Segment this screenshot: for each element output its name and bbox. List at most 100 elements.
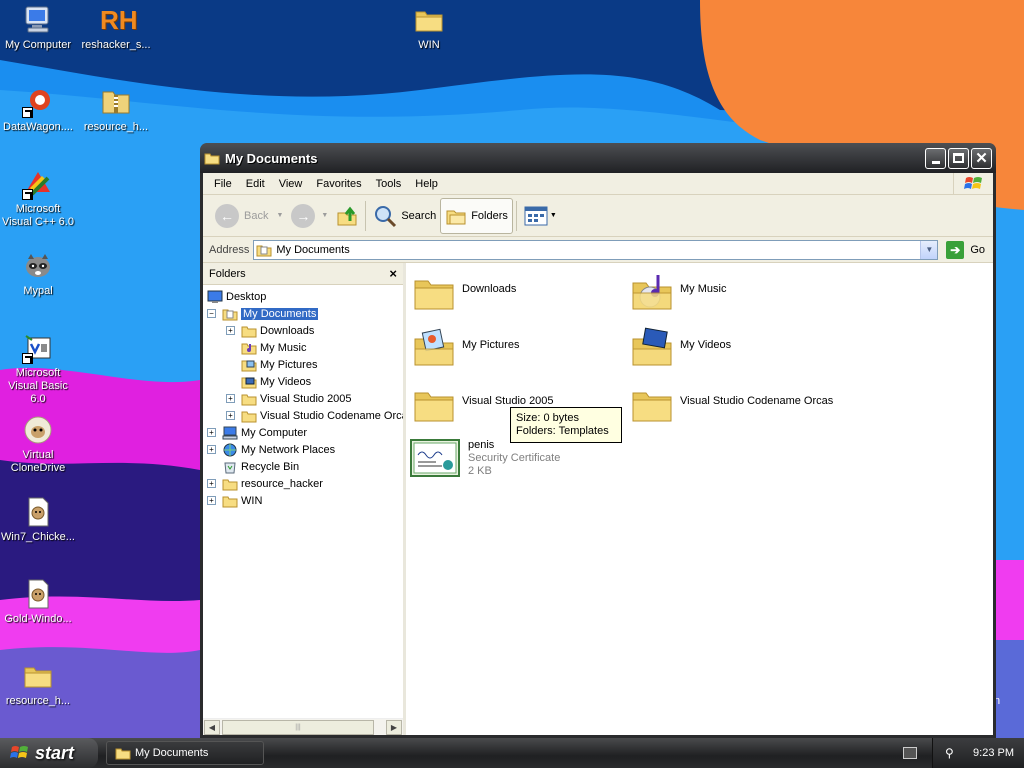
expand-icon[interactable]: + <box>207 428 216 437</box>
desktop-icon-datawagon[interactable]: DataWagon.... <box>0 86 76 134</box>
file-item-name: Visual Studio 2005 <box>462 395 554 407</box>
forward-button[interactable]: → ▼ <box>287 198 332 234</box>
file-item-my-videos[interactable]: My Videos <box>630 327 830 371</box>
document-sheep-icon <box>22 496 54 528</box>
menu-edit[interactable]: Edit <box>239 176 272 192</box>
folders-pane-close-icon[interactable]: × <box>389 266 397 281</box>
clock[interactable]: 9:23 PM <box>973 747 1014 759</box>
menu-help[interactable]: Help <box>408 176 445 192</box>
reshacker-icon: RH <box>100 5 138 35</box>
title-bar[interactable]: My Documents ✕ <box>200 143 996 173</box>
views-button[interactable]: ▼ <box>520 198 561 234</box>
expand-icon[interactable]: + <box>207 445 216 454</box>
menu-file[interactable]: File <box>207 176 239 192</box>
pictures-folder-icon <box>414 328 454 366</box>
tree-item-visual-studio-orcas[interactable]: + Visual Studio Codename Orcas <box>207 407 403 424</box>
address-value: My Documents <box>276 243 350 256</box>
file-item-my-music[interactable]: My Music <box>630 271 830 315</box>
tree-item-my-videos[interactable]: My Videos <box>207 373 403 390</box>
expand-icon[interactable]: + <box>207 496 216 505</box>
go-label: Go <box>970 243 985 256</box>
desktop-icon-reshacker[interactable]: RH reshacker_s... <box>78 4 154 52</box>
menu-favorites[interactable]: Favorites <box>309 176 368 192</box>
desktop-icon-win7-chicken[interactable]: Win7_Chicke... <box>0 496 76 544</box>
minimize-button[interactable] <box>925 147 946 169</box>
file-item-visual-studio-orcas[interactable]: Visual Studio Codename Orcas <box>630 383 870 427</box>
desktop-icon-resource-h-folder[interactable]: resource_h... <box>0 660 76 708</box>
go-button[interactable]: ➔ Go <box>938 240 993 259</box>
menu-bar: File Edit View Favorites Tools Help <box>203 172 993 195</box>
file-item-certificate[interactable]: penis Security Certificate 2 KB <box>410 439 610 478</box>
file-item-name: My Pictures <box>462 339 520 351</box>
folders-pane: Folders × Desktop − My Documents + Downl… <box>203 263 406 735</box>
maximize-button[interactable] <box>948 147 969 169</box>
taskbar-item-my-documents[interactable]: My Documents <box>106 741 264 765</box>
file-item-downloads[interactable]: Downloads <box>412 271 612 315</box>
tree-item-label: Visual Studio Codename Orcas <box>260 409 403 422</box>
tree-item-my-pictures[interactable]: My Pictures <box>207 356 403 373</box>
menu-view[interactable]: View <box>272 176 310 192</box>
file-item-name: My Music <box>680 283 727 295</box>
windows-flag-icon <box>953 172 993 195</box>
scroll-left-icon[interactable]: ◀ <box>204 719 220 735</box>
tree-item-my-music[interactable]: My Music <box>207 339 403 356</box>
scroll-track[interactable]: ||| <box>220 719 386 735</box>
address-dropdown-button[interactable]: ▼ <box>920 240 938 259</box>
tree-item-my-documents[interactable]: − My Documents <box>207 305 403 322</box>
tree-item-win[interactable]: + WIN <box>207 492 403 509</box>
scroll-right-icon[interactable]: ▶ <box>386 719 402 735</box>
file-item-name: My Videos <box>680 339 732 351</box>
desktop-icon-resource-h-zip[interactable]: resource_h... <box>78 86 154 134</box>
expand-icon[interactable]: + <box>226 394 235 403</box>
tree-item-resource-hacker[interactable]: + resource_hacker <box>207 475 403 492</box>
desktop-icon-vb6[interactable]: Microsoft Visual Basic 6.0 <box>0 332 76 406</box>
tree-item-visual-studio-2005[interactable]: + Visual Studio 2005 <box>207 390 403 407</box>
tree-item-label: My Music <box>260 341 307 354</box>
file-item-size: 2 KB <box>468 465 492 477</box>
tooltip-folders: Folders: Templates <box>516 425 609 437</box>
expand-icon[interactable]: + <box>226 326 235 335</box>
close-button[interactable]: ✕ <box>971 147 992 169</box>
horizontal-scrollbar[interactable]: ◀ ||| ▶ <box>203 718 403 735</box>
expand-icon[interactable]: + <box>226 411 235 420</box>
start-button[interactable]: start <box>0 738 98 768</box>
folder-icon <box>204 153 220 165</box>
zip-folder-icon <box>100 86 132 118</box>
my-documents-icon <box>222 309 238 320</box>
tree-item-my-network-places[interactable]: + My Network Places <box>207 441 403 458</box>
desktop-icon-label: DataWagon.... <box>3 121 73 133</box>
folders-pane-header: Folders × <box>203 263 403 285</box>
folder-icon <box>222 496 238 507</box>
desktop-icon-label: Gold-Windo... <box>4 613 72 625</box>
desktop-icon-virtual-clonedrive[interactable]: Virtual CloneDrive <box>0 414 76 475</box>
back-button[interactable]: ← Back ▼ <box>211 198 287 234</box>
tree-item-recycle-bin[interactable]: Recycle Bin <box>207 458 403 475</box>
certificate-icon <box>410 439 460 477</box>
tree-item-my-computer[interactable]: + My Computer <box>207 424 403 441</box>
up-folder-button[interactable] <box>332 198 362 234</box>
start-label: start <box>35 742 75 763</box>
expand-icon[interactable]: + <box>207 479 216 488</box>
tree-item-downloads[interactable]: + Downloads <box>207 322 403 339</box>
search-button[interactable]: Search <box>369 198 440 234</box>
desktop-icon-msvc6[interactable]: Microsoft Visual C++ 6.0 <box>0 168 76 229</box>
desktop-icon-label: reshacker_s... <box>81 39 151 51</box>
folders-button[interactable]: Folders <box>440 197 513 234</box>
scroll-thumb[interactable]: ||| <box>222 719 374 735</box>
address-field[interactable]: My Documents ▼ <box>253 239 939 260</box>
music-folder-icon <box>632 275 672 310</box>
tree-item-desktop[interactable]: Desktop <box>207 288 403 305</box>
desktop-icon-win[interactable]: WIN <box>391 4 467 52</box>
keyboard-tray-icon[interactable] <box>903 747 917 759</box>
menu-tools[interactable]: Tools <box>369 176 409 192</box>
up-folder-icon <box>337 206 357 225</box>
network-tray-icon[interactable]: ⚲ <box>945 746 954 760</box>
desktop-icon-mypal[interactable]: Mypal <box>0 250 76 298</box>
tree-item-label: Desktop <box>226 290 267 303</box>
desktop-icon-my-computer[interactable]: My Computer <box>0 4 76 52</box>
collapse-icon[interactable]: − <box>207 309 216 318</box>
file-item-name: Downloads <box>462 283 517 295</box>
desktop-icon-label: WIN <box>418 39 440 51</box>
desktop-icon-gold-windows[interactable]: Gold-Windo... <box>0 578 76 626</box>
file-item-my-pictures[interactable]: My Pictures <box>412 327 612 371</box>
